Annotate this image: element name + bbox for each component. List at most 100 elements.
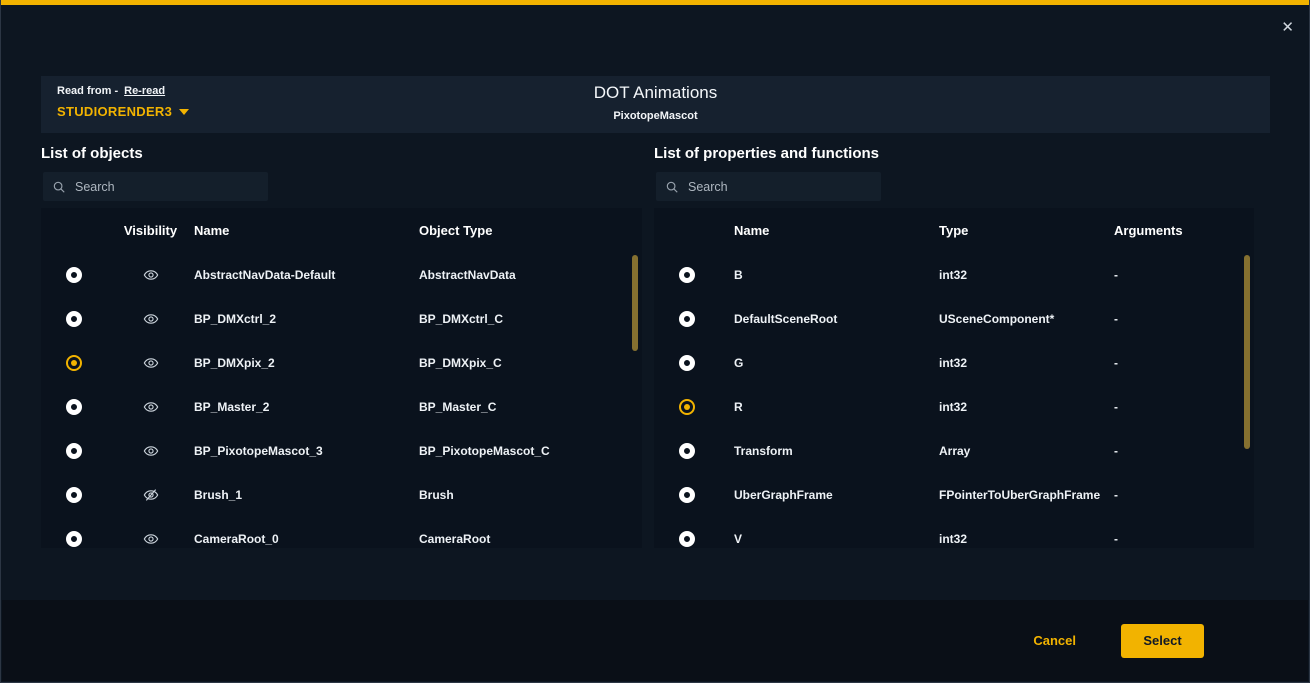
radio-button[interactable] bbox=[679, 355, 695, 371]
table-row[interactable]: UberGraphFrameFPointerToUberGraphFrame- bbox=[654, 473, 1254, 517]
radio-button[interactable] bbox=[66, 399, 82, 415]
radio-button[interactable] bbox=[679, 311, 695, 327]
object-type: BP_PixotopeMascot_C bbox=[419, 444, 642, 458]
object-name: BP_PixotopeMascot_3 bbox=[194, 444, 419, 458]
object-type: BP_DMXctrl_C bbox=[419, 312, 642, 326]
table-row[interactable]: BP_PixotopeMascot_3BP_PixotopeMascot_C bbox=[41, 429, 642, 473]
object-name: AbstractNavData-Default bbox=[194, 268, 419, 282]
dialog-footer: Cancel Select bbox=[2, 600, 1308, 681]
eye-icon[interactable] bbox=[143, 443, 159, 459]
radio-button[interactable] bbox=[679, 531, 695, 547]
property-name: DefaultSceneRoot bbox=[720, 312, 939, 326]
reread-link[interactable]: Re-read bbox=[124, 85, 165, 97]
search-input[interactable] bbox=[688, 180, 872, 194]
table-row[interactable]: Bint32- bbox=[654, 253, 1254, 297]
table-row[interactable]: BP_DMXctrl_2BP_DMXctrl_C bbox=[41, 297, 642, 341]
source-dropdown-value: STUDIORENDER3 bbox=[57, 104, 172, 119]
table-row[interactable]: Rint32- bbox=[654, 385, 1254, 429]
property-name: B bbox=[720, 268, 939, 282]
radio-button[interactable] bbox=[66, 487, 82, 503]
objects-table-header: Visibility Name Object Type bbox=[41, 208, 642, 253]
dialog-header: Read from - Re-read STUDIORENDER3 DOT Ani… bbox=[41, 76, 1270, 133]
chevron-down-icon bbox=[179, 109, 189, 115]
objects-table-body: AbstractNavData-DefaultAbstractNavDataBP… bbox=[41, 253, 642, 548]
radio-button[interactable] bbox=[66, 531, 82, 547]
property-arguments: - bbox=[1114, 400, 1254, 414]
property-arguments: - bbox=[1114, 532, 1254, 546]
properties-table-header: Name Type Arguments bbox=[654, 208, 1254, 253]
property-arguments: - bbox=[1114, 356, 1254, 370]
select-button[interactable]: Select bbox=[1121, 624, 1204, 658]
table-row[interactable]: CameraRoot_0CameraRoot bbox=[41, 517, 642, 548]
close-icon[interactable]: ✕ bbox=[1281, 20, 1294, 35]
column-header-name: Name bbox=[720, 223, 939, 238]
scrollbar-thumb[interactable] bbox=[632, 255, 638, 351]
objects-search-box bbox=[43, 172, 268, 201]
object-type: BP_DMXpix_C bbox=[419, 356, 642, 370]
properties-panel-title: List of properties and functions bbox=[654, 145, 879, 162]
radio-button[interactable] bbox=[679, 267, 695, 283]
search-icon bbox=[52, 180, 66, 194]
eye-icon[interactable] bbox=[143, 311, 159, 327]
radio-button[interactable] bbox=[679, 487, 695, 503]
eye-icon[interactable] bbox=[143, 267, 159, 283]
radio-button[interactable] bbox=[679, 443, 695, 459]
radio-button[interactable] bbox=[679, 399, 695, 415]
radio-button[interactable] bbox=[66, 443, 82, 459]
property-arguments: - bbox=[1114, 488, 1254, 502]
source-dropdown[interactable]: STUDIORENDER3 bbox=[57, 104, 189, 119]
properties-search-box bbox=[656, 172, 881, 201]
search-icon bbox=[665, 180, 679, 194]
table-row[interactable]: BP_Master_2BP_Master_C bbox=[41, 385, 642, 429]
eye-icon[interactable] bbox=[143, 399, 159, 415]
object-type: CameraRoot bbox=[419, 532, 642, 546]
read-from-block: Read from - Re-read STUDIORENDER3 bbox=[57, 85, 189, 119]
property-name: G bbox=[720, 356, 939, 370]
read-from-label: Read from - bbox=[57, 85, 118, 97]
table-row[interactable]: BP_DMXpix_2BP_DMXpix_C bbox=[41, 341, 642, 385]
radio-button[interactable] bbox=[66, 267, 82, 283]
cancel-button[interactable]: Cancel bbox=[1033, 633, 1076, 648]
property-arguments: - bbox=[1114, 444, 1254, 458]
object-name: BP_DMXpix_2 bbox=[194, 356, 419, 370]
property-type: int32 bbox=[939, 400, 1114, 414]
radio-button[interactable] bbox=[66, 355, 82, 371]
page-subtitle: PixotopeMascot bbox=[41, 110, 1270, 122]
properties-table: Name Type Arguments Bint32-DefaultSceneR… bbox=[654, 208, 1254, 548]
object-name: CameraRoot_0 bbox=[194, 532, 419, 546]
eye-icon[interactable] bbox=[143, 531, 159, 547]
table-row[interactable]: Gint32- bbox=[654, 341, 1254, 385]
eye-icon[interactable] bbox=[143, 355, 159, 371]
property-type: int32 bbox=[939, 268, 1114, 282]
property-type: FPointerToUberGraphFrame bbox=[939, 488, 1114, 502]
objects-table: Visibility Name Object Type AbstractNavD… bbox=[41, 208, 642, 548]
properties-table-body: Bint32-DefaultSceneRootUSceneComponent*-… bbox=[654, 253, 1254, 548]
object-name: Brush_1 bbox=[194, 488, 419, 502]
title-block: DOT Animations PixotopeMascot bbox=[41, 83, 1270, 122]
column-header-visibility: Visibility bbox=[107, 223, 194, 238]
eye-slash-icon[interactable] bbox=[143, 487, 159, 503]
object-type: AbstractNavData bbox=[419, 268, 642, 282]
property-type: USceneComponent* bbox=[939, 312, 1114, 326]
table-row[interactable]: AbstractNavData-DefaultAbstractNavData bbox=[41, 253, 642, 297]
table-row[interactable]: Vint32- bbox=[654, 517, 1254, 548]
table-row[interactable]: DefaultSceneRootUSceneComponent*- bbox=[654, 297, 1254, 341]
object-type: BP_Master_C bbox=[419, 400, 642, 414]
table-row[interactable]: TransformArray- bbox=[654, 429, 1254, 473]
property-type: int32 bbox=[939, 532, 1114, 546]
radio-button[interactable] bbox=[66, 311, 82, 327]
property-name: V bbox=[720, 532, 939, 546]
table-row[interactable]: Brush_1Brush bbox=[41, 473, 642, 517]
object-name: BP_DMXctrl_2 bbox=[194, 312, 419, 326]
dialog-window: ✕ Read from - Re-read STUDIORENDER3 DOT A… bbox=[0, 0, 1310, 683]
title-accent-bar bbox=[1, 0, 1309, 5]
search-input[interactable] bbox=[75, 180, 259, 194]
column-header-object-type: Object Type bbox=[419, 223, 642, 238]
property-name: UberGraphFrame bbox=[720, 488, 939, 502]
property-arguments: - bbox=[1114, 312, 1254, 326]
property-type: int32 bbox=[939, 356, 1114, 370]
page-title: DOT Animations bbox=[41, 83, 1270, 103]
object-name: BP_Master_2 bbox=[194, 400, 419, 414]
scrollbar-thumb[interactable] bbox=[1244, 255, 1250, 449]
object-type: Brush bbox=[419, 488, 642, 502]
